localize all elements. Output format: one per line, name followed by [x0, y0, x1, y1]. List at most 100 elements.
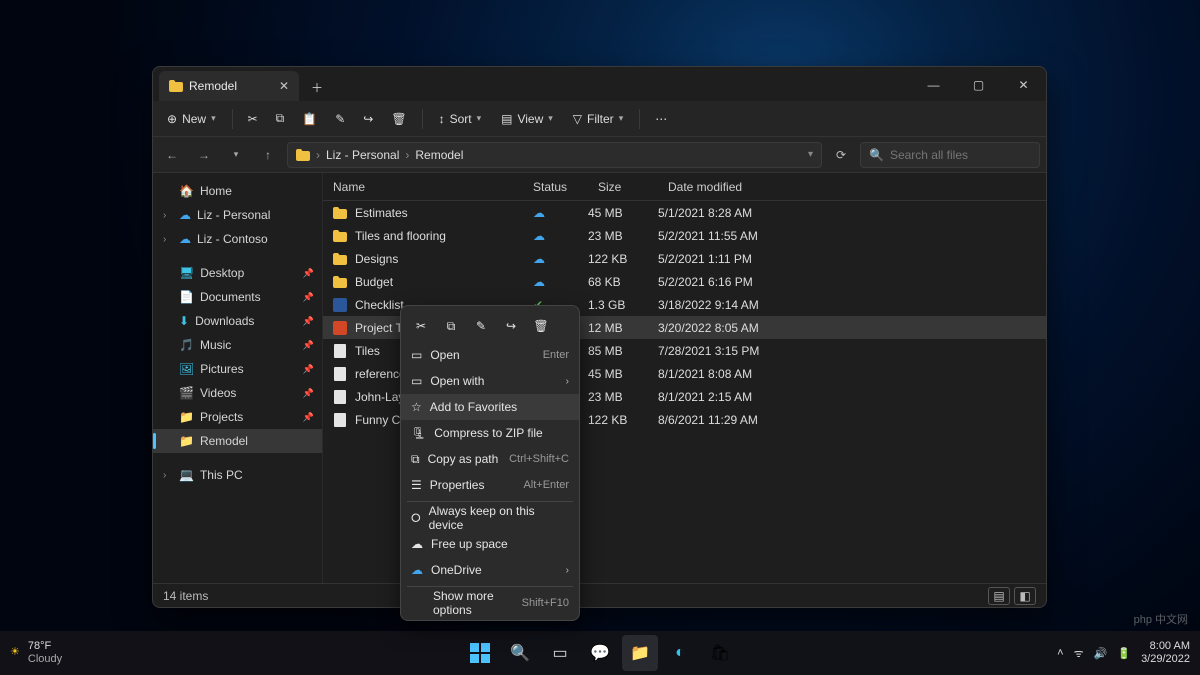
search-icon: 🔍 — [869, 148, 884, 162]
file-row[interactable]: Estimates☁45 MB5/1/2021 8:28 AM — [323, 201, 1046, 224]
col-status[interactable]: Status — [523, 180, 588, 194]
recent-button[interactable]: ▾ — [223, 142, 249, 168]
file-status: ☁ — [523, 229, 588, 243]
filter-icon: ▽ — [573, 112, 582, 126]
battery-icon[interactable]: 🔋 — [1117, 647, 1131, 660]
chat-button[interactable]: 💬 — [582, 635, 618, 671]
clock[interactable]: 8:00 AM 3/29/2022 — [1141, 640, 1190, 666]
weather-widget[interactable]: ☀ 78°F Cloudy — [10, 640, 62, 666]
sidebar-item-music[interactable]: 🎵Music📌 — [153, 333, 322, 357]
delete-button[interactable]: 🗑 — [384, 105, 413, 133]
ellipsis-icon: ⋯ — [655, 112, 667, 126]
back-button[interactable]: ← — [159, 142, 185, 168]
file-date: 8/1/2021 8:08 AM — [658, 367, 1046, 381]
crumb-personal[interactable]: Liz - Personal — [326, 148, 399, 162]
new-tab-button[interactable]: ＋ — [303, 73, 331, 101]
search-icon: 🔍 — [510, 643, 530, 663]
ctx-free-up-space[interactable]: ☁ Free up space — [401, 531, 579, 557]
crumb-remodel[interactable]: Remodel — [415, 148, 463, 162]
sort-button[interactable]: ↕ Sort ▾ — [431, 105, 490, 133]
col-date[interactable]: Date modified — [658, 180, 1046, 194]
ctx-always-keep[interactable]: ⭘ Always keep on this device — [401, 505, 579, 531]
search-button[interactable]: 🔍 — [502, 635, 538, 671]
ctx-compress-zip[interactable]: 🗜 Compress to ZIP file — [401, 420, 579, 446]
ctx-onedrive[interactable]: ☁ OneDrive › — [401, 557, 579, 583]
ctx-open-with[interactable]: ▭ Open with › — [401, 368, 579, 394]
folder-icon — [169, 79, 183, 93]
pin-icon: 📌 — [303, 316, 314, 327]
wifi-icon[interactable]: ᯤ — [1074, 646, 1084, 661]
explorer-button[interactable]: 📁 — [622, 635, 658, 671]
paste-icon: 📋 — [302, 112, 317, 126]
item-count: 14 items — [163, 589, 208, 603]
new-button[interactable]: ⊕ New ▾ — [159, 105, 224, 133]
ctx-share-button[interactable]: ↪ — [497, 314, 525, 338]
file-date: 8/6/2021 11:29 AM — [658, 413, 1046, 427]
tab-close-icon[interactable]: ✕ — [279, 79, 289, 93]
file-row[interactable]: Budget☁68 KB5/2/2021 6:16 PM — [323, 270, 1046, 293]
sidebar-item-projects[interactable]: 📁Projects📌 — [153, 405, 322, 429]
ctx-add-to-favorites[interactable]: ☆ Add to Favorites — [401, 394, 579, 420]
start-button[interactable] — [462, 635, 498, 671]
tray-chevron-icon[interactable]: ˄ — [1057, 647, 1063, 659]
pin-icon: 📌 — [303, 412, 314, 423]
sidebar-item-thispc[interactable]: ›💻This PC — [153, 463, 322, 487]
ctx-rename-button[interactable]: ✎ — [467, 314, 495, 338]
pin-icon: 📌 — [303, 340, 314, 351]
sidebar-item-home[interactable]: 🏠Home — [153, 179, 322, 203]
icons-view-button[interactable]: ◧ — [1014, 587, 1036, 605]
trash-icon: 🗑 — [391, 112, 406, 126]
ctx-open[interactable]: ▭ Open Enter — [401, 342, 579, 368]
store-button[interactable]: 🛍 — [702, 635, 738, 671]
sidebar-item-documents[interactable]: 📄Documents📌 — [153, 285, 322, 309]
minimize-button[interactable]: — — [911, 69, 956, 101]
more-button[interactable]: ⋯ — [648, 105, 674, 133]
ctx-copy-as-path[interactable]: ⧉ Copy as path Ctrl+Shift+C — [401, 446, 579, 472]
refresh-button[interactable]: ⟳ — [828, 142, 854, 168]
windows-icon — [470, 643, 490, 663]
share-button[interactable]: ↪ — [356, 105, 380, 133]
sidebar-item-remodel[interactable]: 📁Remodel — [153, 429, 322, 453]
view-button[interactable]: ▤ View ▾ — [493, 105, 561, 133]
ctx-copy-button[interactable]: ⧉ — [437, 314, 465, 338]
paste-button[interactable]: 📋 — [295, 105, 324, 133]
filter-button[interactable]: ▽ Filter ▾ — [565, 105, 631, 133]
sidebar-item-downloads[interactable]: ⬇Downloads📌 — [153, 309, 322, 333]
sidebar-item-contoso[interactable]: ›☁Liz - Contoso — [153, 227, 322, 251]
up-button[interactable]: ↑ — [255, 142, 281, 168]
close-button[interactable]: ✕ — [1001, 69, 1046, 101]
sidebar-item-personal[interactable]: ›☁Liz - Personal — [153, 203, 322, 227]
file-row[interactable]: Tiles and flooring☁23 MB5/2/2021 11:55 A… — [323, 224, 1046, 247]
file-size: 12 MB — [588, 321, 658, 335]
chevron-down-icon[interactable]: ▾ — [808, 149, 813, 160]
rename-button[interactable]: ✎ — [328, 105, 352, 133]
cut-button[interactable]: ✂ — [241, 105, 265, 133]
edge-button[interactable]: ◐ — [662, 635, 698, 671]
file-icon — [333, 367, 347, 381]
col-name[interactable]: Name — [323, 180, 523, 194]
sidebar-item-desktop[interactable]: 🖥Desktop📌 — [153, 261, 322, 285]
file-date: 5/1/2021 8:28 AM — [658, 206, 1046, 220]
search-input[interactable] — [890, 148, 1045, 162]
taskview-button[interactable]: ▭ — [542, 635, 578, 671]
breadcrumb[interactable]: › Liz - Personal › Remodel ▾ — [287, 142, 822, 168]
sidebar-item-pictures[interactable]: 🖼Pictures📌 — [153, 357, 322, 381]
volume-icon[interactable]: 🔊 — [1094, 647, 1108, 660]
col-size[interactable]: Size — [588, 180, 658, 194]
ctx-properties[interactable]: ☰ Properties Alt+Enter — [401, 472, 579, 498]
copy-button[interactable]: ⧉ — [269, 105, 292, 133]
desktop: Remodel ✕ ＋ — ▢ ✕ ⊕ New ▾ ✂ ⧉ 📋 ✎ ↪ 🗑 — [0, 0, 1200, 675]
file-row[interactable]: Designs☁122 KB5/2/2021 1:11 PM — [323, 247, 1046, 270]
ctx-cut-button[interactable]: ✂ — [407, 314, 435, 338]
search-box[interactable]: 🔍 — [860, 142, 1040, 168]
file-date: 8/1/2021 2:15 AM — [658, 390, 1046, 404]
maximize-button[interactable]: ▢ — [956, 69, 1001, 101]
tab-remodel[interactable]: Remodel ✕ — [159, 71, 299, 101]
ctx-show-more[interactable]: Show more options Shift+F10 — [401, 590, 579, 616]
forward-button[interactable]: → — [191, 142, 217, 168]
sort-icon: ↕ — [439, 112, 445, 126]
ctx-delete-button[interactable]: 🗑 — [527, 314, 555, 338]
pin-icon: 📌 — [303, 268, 314, 279]
sidebar-item-videos[interactable]: 🎬Videos📌 — [153, 381, 322, 405]
details-view-button[interactable]: ▤ — [988, 587, 1010, 605]
